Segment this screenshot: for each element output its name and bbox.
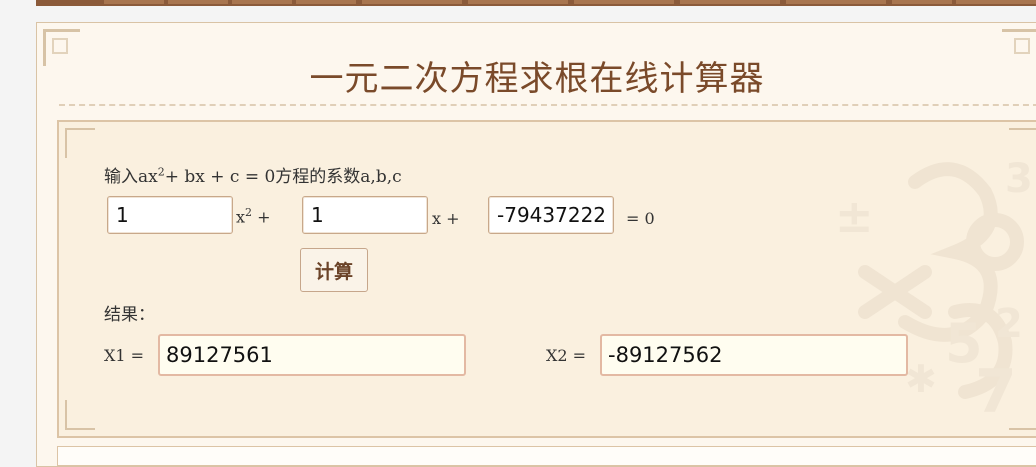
numbers-watermark: 5 2 7 ± ✱ 3 <box>835 156 1033 427</box>
nav-tab[interactable] <box>786 0 886 4</box>
top-nav-bar <box>36 0 1036 6</box>
nav-tab[interactable] <box>892 0 952 4</box>
nav-tab[interactable] <box>104 0 164 4</box>
result-label: 结果： <box>104 305 155 325</box>
nav-tab[interactable] <box>168 0 228 4</box>
coefficient-a-suffix: x2 + <box>236 206 271 226</box>
coefficient-b-suffix: x + <box>432 209 460 228</box>
page-title: 一元二次方程求根在线计算器 <box>309 59 765 99</box>
svg-text:7: 7 <box>975 357 1017 427</box>
calculate-button[interactable]: 计算 <box>300 248 368 292</box>
prompt-prefix: 输入ax <box>104 167 158 187</box>
nav-tab[interactable] <box>574 0 674 4</box>
x1-result-field[interactable] <box>158 334 466 376</box>
title-divider <box>59 104 1036 106</box>
equation-prompt: 输入ax2+ bx + c = 0方程的系数a,b,c <box>104 162 402 187</box>
nav-tab[interactable] <box>468 0 568 4</box>
svg-text:2: 2 <box>995 301 1023 347</box>
plus-sign: + <box>252 207 271 227</box>
nav-tab[interactable] <box>232 0 292 4</box>
var-x: x <box>236 207 246 227</box>
exponent-2: 2 <box>245 206 253 219</box>
next-section-box <box>57 446 1036 466</box>
nav-tab[interactable] <box>956 0 1036 4</box>
prompt-exponent: 2 <box>157 165 165 179</box>
corner-ornament <box>65 128 95 158</box>
coefficient-b-input[interactable] <box>302 196 428 234</box>
coefficient-c-input[interactable] <box>488 196 614 234</box>
svg-text:±: ± <box>835 189 874 243</box>
nav-tab[interactable] <box>680 0 780 4</box>
coefficient-a-input[interactable] <box>107 196 233 234</box>
corner-ornament <box>65 400 95 430</box>
x2-result-field[interactable] <box>600 334 908 376</box>
svg-text:3: 3 <box>1005 156 1033 202</box>
svg-text:✱: ✱ <box>905 357 937 401</box>
equals-zero-label: = 0 <box>626 209 655 228</box>
calculator-panel: 5 2 7 ± ✱ 3 输入ax2+ bx + c = 0方程的系数a,b,c … <box>57 120 1036 438</box>
x1-label: X1 = <box>104 346 145 365</box>
nav-tab[interactable] <box>296 0 356 4</box>
x2-label: X2 = <box>546 346 587 365</box>
nav-tab[interactable] <box>362 0 462 4</box>
prompt-rest: + bx + c = 0方程的系数a,b,c <box>164 167 402 187</box>
